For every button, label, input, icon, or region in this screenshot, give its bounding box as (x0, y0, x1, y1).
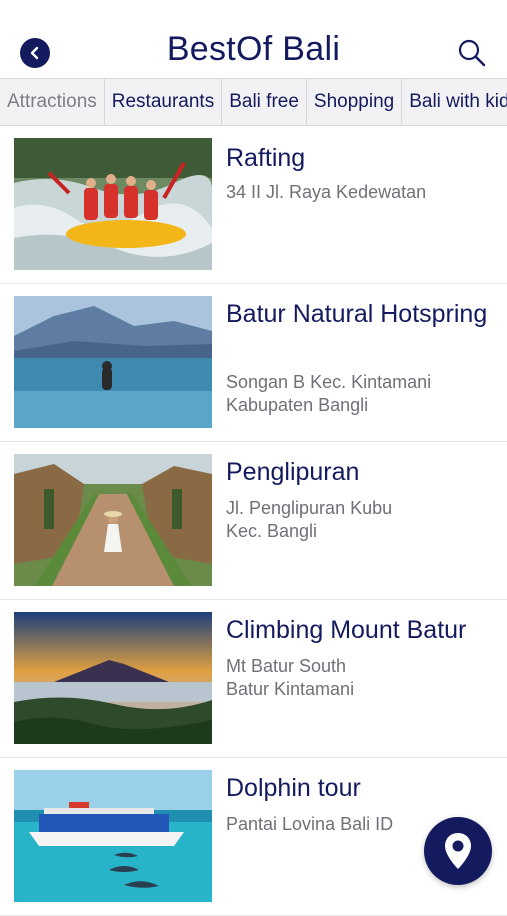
rafting-photo (14, 138, 212, 270)
tab-attractions[interactable]: Attractions (0, 79, 105, 125)
places-list: Rafting 34 II Jl. Raya Kedewatan Batur N… (0, 126, 507, 916)
list-item[interactable]: Climbing Mount Batur Mt Batur South Batu… (0, 600, 507, 758)
tab-restaurants[interactable]: Restaurants (105, 79, 223, 125)
category-tabs: Attractions Restaurants Bali free Shoppi… (0, 78, 507, 126)
place-address: Jl. Penglipuran Kubu Kec. Bangli (226, 498, 393, 541)
village-photo (14, 454, 212, 586)
place-name: Climbing Mount Batur (226, 616, 467, 644)
map-pin-icon (445, 833, 471, 869)
tab-shopping[interactable]: Shopping (307, 79, 403, 125)
list-item[interactable]: Batur Natural Hotspring Songan B Kec. Ki… (0, 284, 507, 442)
place-name: Penglipuran (226, 458, 360, 486)
place-address: 34 II Jl. Raya Kedewatan (226, 182, 427, 202)
search-button[interactable] (456, 37, 488, 69)
app-header: BestOf Bali (0, 0, 507, 78)
search-icon (458, 39, 486, 67)
boat-photo (14, 770, 212, 902)
hotspring-photo (14, 296, 212, 428)
list-item[interactable]: Rafting 34 II Jl. Raya Kedewatan (0, 126, 507, 284)
tab-bali-free[interactable]: Bali free (222, 79, 307, 125)
place-name: Dolphin tour (226, 774, 361, 802)
list-item[interactable]: Penglipuran Jl. Penglipuran Kubu Kec. Ba… (0, 442, 507, 600)
map-button[interactable] (424, 817, 492, 885)
place-name: Batur Natural Hotspring (226, 300, 488, 328)
tab-bali-with-kids[interactable]: Bali with kids (402, 79, 507, 125)
page-title: BestOf Bali (166, 30, 341, 68)
place-address: Mt Batur South Batur Kintamani (226, 656, 355, 699)
place-name: Rafting (226, 144, 306, 172)
mountain-photo (14, 612, 212, 744)
place-address: Songan B Kec. Kintamani Kabupaten Bangli (226, 372, 432, 415)
